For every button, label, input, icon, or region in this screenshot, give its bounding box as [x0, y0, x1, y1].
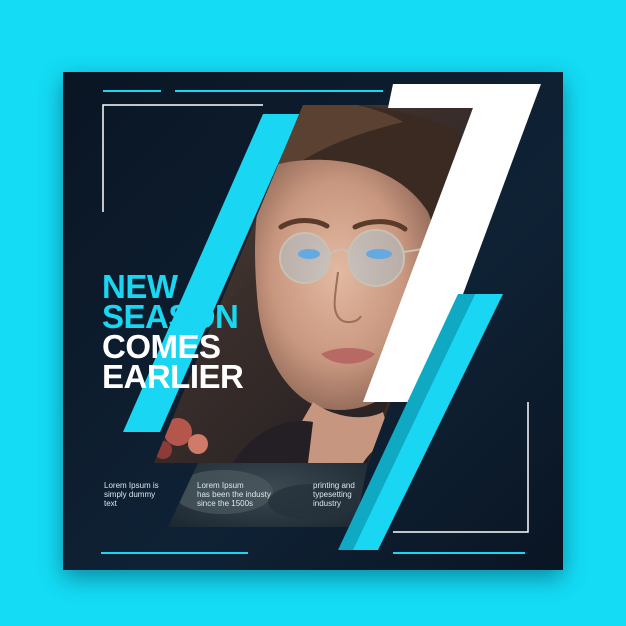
text-column-2: Lorem Ipsum has been the industy since t…	[197, 481, 292, 508]
text-column-3-line-2: typesetting	[313, 490, 352, 499]
headline-line-4: EARLIER	[102, 358, 244, 395]
text-column-3-line-3: industry	[313, 499, 342, 508]
promo-card: NEW SEASON COMES EARLIER Lorem Ipsum is …	[63, 72, 563, 570]
text-column-3: printing and typesetting industry	[313, 481, 408, 508]
text-column-1-line-3: text	[104, 499, 117, 508]
text-column-2-line-3: since the 1500s	[197, 499, 254, 508]
text-column-1-line-2: simply dummy	[104, 490, 156, 499]
headline: NEW SEASON COMES EARLIER	[102, 270, 244, 395]
text-column-2-line-1: Lorem Ipsum	[197, 481, 244, 490]
text-column-3-line-1: printing and	[313, 481, 355, 490]
text-column-2-line-2: has been the industy	[197, 490, 271, 499]
text-column-1-line-1: Lorem Ipsum is	[104, 481, 159, 490]
text-column-1: Lorem Ipsum is simply dummy text	[104, 481, 199, 508]
